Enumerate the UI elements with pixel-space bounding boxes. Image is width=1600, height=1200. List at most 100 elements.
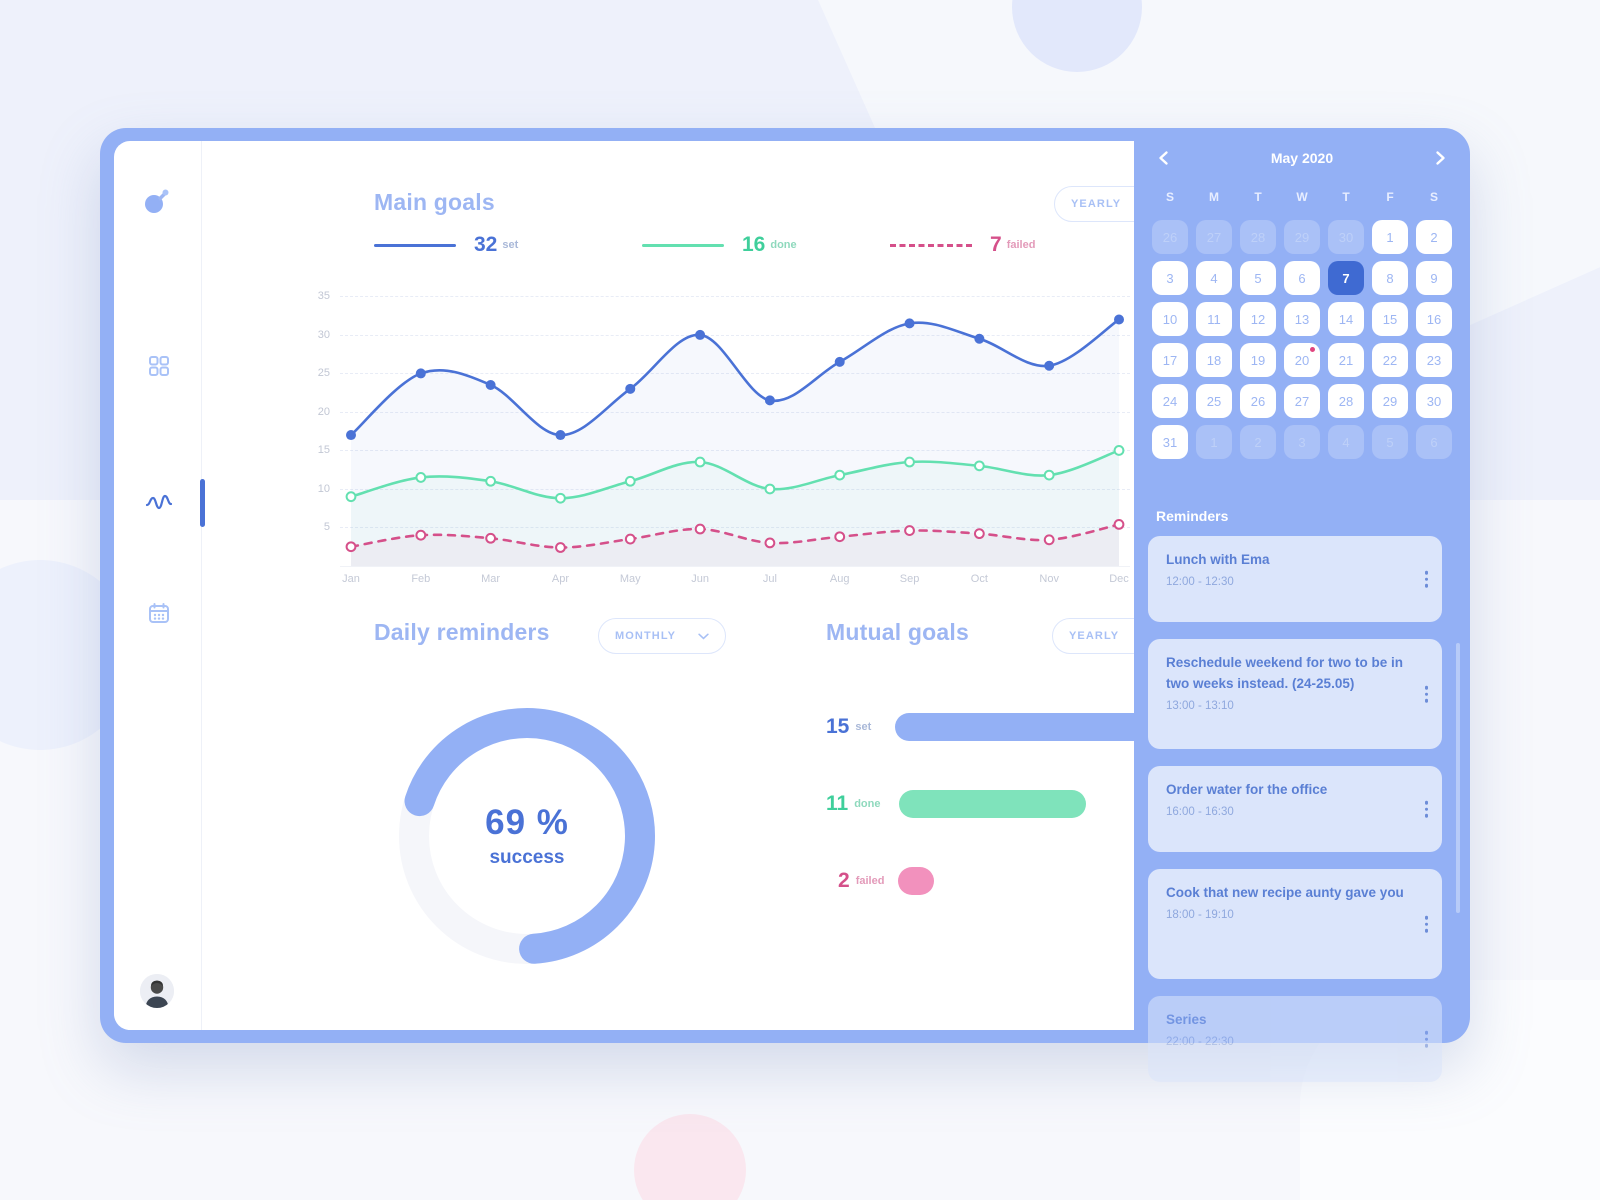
reminder-time: 13:00 - 13:10 bbox=[1166, 699, 1234, 712]
calendar-header: May 2020 bbox=[1134, 150, 1470, 166]
calendar-day[interactable]: 20 bbox=[1284, 343, 1320, 377]
chart-x-tick: May bbox=[619, 573, 641, 585]
chart-point-done bbox=[1113, 445, 1125, 456]
daily-reminders-title: Daily reminders bbox=[374, 619, 550, 645]
calendar-day[interactable]: 11 bbox=[1196, 302, 1232, 336]
calendar-weekday: S bbox=[1429, 190, 1438, 204]
calendar-day[interactable]: 13 bbox=[1284, 302, 1320, 336]
calendar-day[interactable]: 6 bbox=[1284, 261, 1320, 295]
calendar-day[interactable]: 5 bbox=[1240, 261, 1276, 295]
calendar-day[interactable]: 26 bbox=[1152, 220, 1188, 254]
calendar-day[interactable]: 31 bbox=[1152, 425, 1188, 459]
calendar-day[interactable]: 26 bbox=[1240, 384, 1276, 418]
calendar-day[interactable]: 30 bbox=[1416, 384, 1452, 418]
donut-center-label: 69 % success bbox=[392, 701, 662, 971]
legend-label-failed: failed bbox=[1006, 239, 1036, 251]
sidebar-item-calendar[interactable] bbox=[142, 596, 176, 630]
bulb-logo-icon[interactable] bbox=[140, 186, 172, 218]
calendar-day[interactable]: 12 bbox=[1240, 302, 1276, 336]
more-vertical-icon[interactable] bbox=[1424, 915, 1428, 933]
calendar-day[interactable]: 18 bbox=[1196, 343, 1232, 377]
chart-x-tick: Mar bbox=[481, 573, 501, 585]
avatar[interactable] bbox=[140, 974, 174, 1008]
more-vertical-icon[interactable] bbox=[1424, 570, 1428, 588]
reminder-time: 12:00 - 12:30 bbox=[1166, 575, 1234, 588]
calendar-day[interactable]: 3 bbox=[1284, 425, 1320, 459]
calendar-grid: 26 27 28 29 30 1 2 3 4 5 6 7 8 9 10 11 12 13 14 15 16 17 18 19 2… bbox=[1148, 220, 1456, 466]
chevron-left-icon[interactable] bbox=[1156, 150, 1172, 166]
calendar-day[interactable]: 28 bbox=[1328, 384, 1364, 418]
goals-range-dropdown[interactable]: YEARLY bbox=[1054, 186, 1134, 222]
reminders-scrollbar[interactable] bbox=[1456, 643, 1460, 913]
chart-point-set bbox=[904, 318, 915, 329]
calendar-day[interactable]: 29 bbox=[1372, 384, 1408, 418]
reminder-title: Series bbox=[1166, 1012, 1207, 1027]
calendar-day[interactable]: 27 bbox=[1196, 220, 1232, 254]
legend-value-failed: 7 bbox=[990, 233, 1002, 256]
calendar-day[interactable]: 1 bbox=[1372, 220, 1408, 254]
chart-x-tick: Nov bbox=[1039, 573, 1059, 585]
calendar-event-dot bbox=[1310, 347, 1315, 352]
chart-x-tick: Sep bbox=[899, 573, 920, 585]
reminder-card[interactable]: Order water for the office 16:00 - 16:30 bbox=[1148, 766, 1442, 852]
calendar-day[interactable]: 4 bbox=[1328, 425, 1364, 459]
more-vertical-icon[interactable] bbox=[1424, 685, 1428, 703]
calendar-day[interactable]: 3 bbox=[1152, 261, 1188, 295]
calendar-day[interactable]: 25 bbox=[1196, 384, 1232, 418]
calendar-day[interactable]: 14 bbox=[1328, 302, 1364, 336]
legend-swatch-failed bbox=[890, 243, 972, 247]
calendar-day[interactable]: 1 bbox=[1196, 425, 1232, 459]
reminder-card[interactable]: Reschedule weekend for two to be in two … bbox=[1148, 639, 1442, 749]
more-vertical-icon[interactable] bbox=[1424, 800, 1428, 818]
reminder-card[interactable]: Cook that new recipe aunty gave you 18:00… bbox=[1148, 869, 1442, 979]
goals-range-label: YEARLY bbox=[1071, 198, 1122, 210]
chart-y-tick: 10 bbox=[317, 482, 330, 495]
reminder-time: 16:00 - 16:30 bbox=[1166, 805, 1234, 818]
mutual-goals-range-dropdown[interactable]: YEARLY bbox=[1052, 618, 1134, 654]
calendar-day[interactable]: 29 bbox=[1284, 220, 1320, 254]
chart-x-tick: Aug bbox=[829, 573, 850, 585]
calendar-day[interactable]: 16 bbox=[1416, 302, 1452, 336]
calendar-day[interactable]: 2 bbox=[1416, 220, 1452, 254]
calendar-day[interactable]: 28 bbox=[1240, 220, 1276, 254]
calendar-day[interactable]: 6 bbox=[1416, 425, 1452, 459]
calendar-day[interactable]: 24 bbox=[1152, 384, 1188, 418]
calendar-day[interactable]: 17 bbox=[1152, 343, 1188, 377]
tablet-frame: Main goals YEARLY 32 set 16 done 7 faile… bbox=[100, 128, 1470, 1082]
calendar-day[interactable]: 30 bbox=[1328, 220, 1364, 254]
calendar-day[interactable]: 19 bbox=[1240, 343, 1276, 377]
mutual-goal-label-failed: failed bbox=[855, 875, 885, 887]
calendar-weekday: T bbox=[1342, 190, 1350, 204]
chart-legend: 32 set 16 done 7 failed bbox=[374, 233, 1035, 257]
reminder-card[interactable]: Series 22:00 - 22:30 bbox=[1148, 996, 1442, 1082]
chart-point-set bbox=[974, 333, 985, 344]
legend-item-failed: 7 failed bbox=[890, 233, 1035, 257]
chart-x-tick: Jan bbox=[342, 573, 360, 585]
chart-point-set bbox=[625, 383, 636, 394]
chevron-right-icon[interactable] bbox=[1432, 150, 1448, 166]
chart-point-set bbox=[764, 395, 775, 406]
calendar-day[interactable]: 21 bbox=[1328, 343, 1364, 377]
chart-point-set bbox=[834, 356, 845, 367]
mutual-goal-bar-done bbox=[899, 790, 1086, 818]
reminder-card[interactable]: Lunch with Ema 12:00 - 12:30 bbox=[1148, 536, 1442, 622]
calendar-day[interactable]: 22 bbox=[1372, 343, 1408, 377]
calendar-day[interactable]: 4 bbox=[1196, 261, 1232, 295]
calendar-weekday-row: SMTWTFS bbox=[1148, 190, 1456, 204]
calendar-day[interactable]: 27 bbox=[1284, 384, 1320, 418]
calendar-day[interactable]: 9 bbox=[1416, 261, 1452, 295]
calendar-weekday: W bbox=[1296, 190, 1308, 204]
calendar-icon bbox=[149, 603, 169, 623]
calendar-day[interactable]: 23 bbox=[1416, 343, 1452, 377]
calendar-day[interactable]: 8 bbox=[1372, 261, 1408, 295]
calendar-day[interactable]: 5 bbox=[1372, 425, 1408, 459]
calendar-day-selected[interactable]: 7 bbox=[1328, 261, 1364, 295]
daily-reminders-range-dropdown[interactable]: MONTHLY bbox=[598, 618, 727, 654]
reminder-title: Order water for the office bbox=[1166, 782, 1328, 797]
calendar-day[interactable]: 15 bbox=[1372, 302, 1408, 336]
sidebar-item-analytics[interactable] bbox=[142, 486, 176, 520]
calendar-day[interactable]: 2 bbox=[1240, 425, 1276, 459]
calendar-day[interactable]: 10 bbox=[1152, 302, 1188, 336]
sidebar-item-dashboard[interactable] bbox=[142, 349, 176, 383]
more-vertical-icon[interactable] bbox=[1424, 1030, 1428, 1048]
